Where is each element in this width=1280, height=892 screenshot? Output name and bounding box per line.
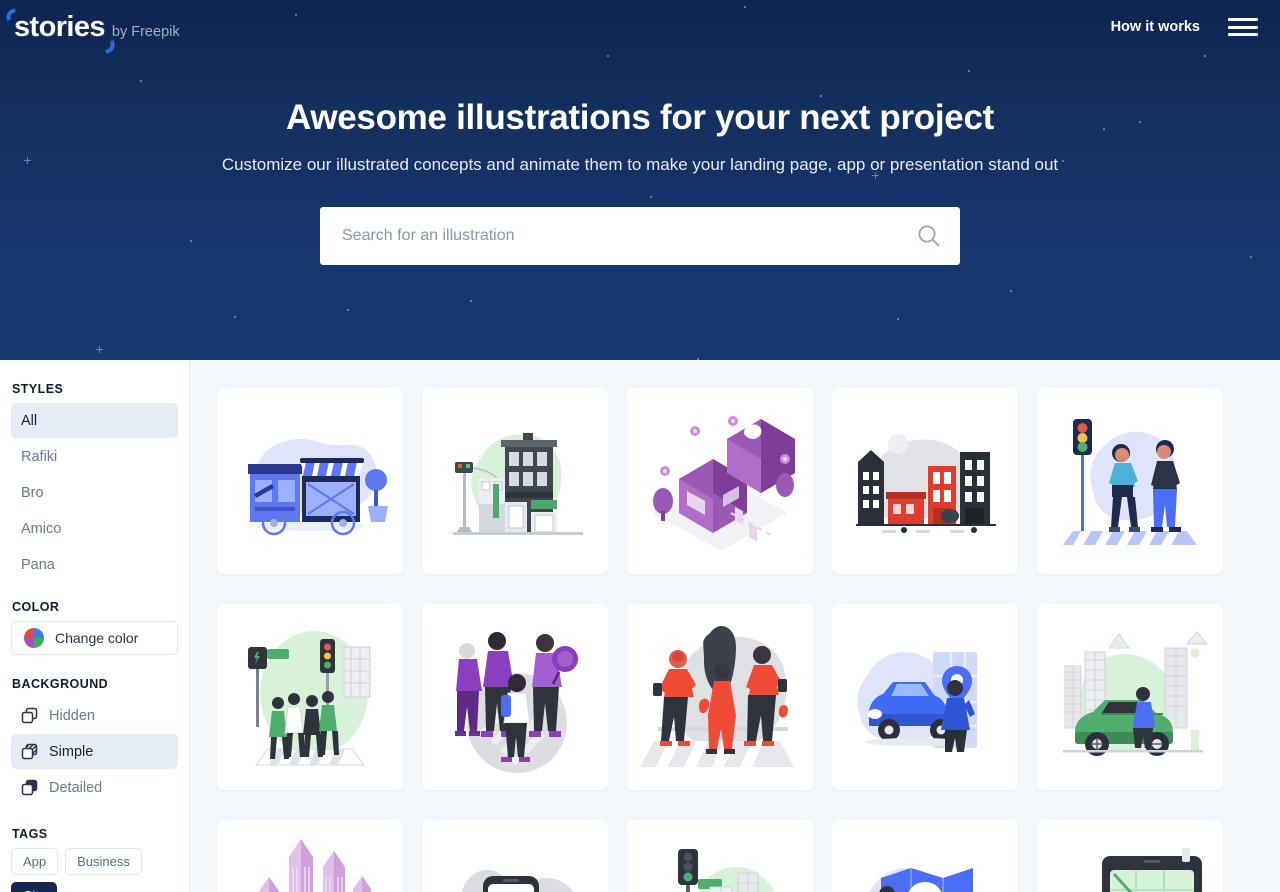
illustration-art (230, 406, 390, 556)
illustration-art (435, 838, 595, 892)
hero-content: Awesome illustrations for your next proj… (0, 98, 1280, 265)
page-title: Awesome illustrations for your next proj… (285, 98, 994, 137)
change-color-button[interactable]: Change color (11, 621, 178, 655)
change-color-label: Change color (55, 630, 139, 646)
family-walking-illustration[interactable] (422, 604, 608, 790)
top-navigation-bar: stories by Freepik How it works (0, 0, 1280, 54)
logo-mark: stories (5, 7, 116, 54)
illustration-art (635, 401, 805, 561)
tags-list: App Business City (11, 848, 178, 892)
tag-city[interactable]: City (11, 882, 58, 892)
illustration-art (640, 833, 800, 892)
layers-hatched-icon (21, 743, 38, 759)
quote-close-icon (104, 39, 116, 54)
burger-line-2 (1228, 25, 1258, 29)
illustration-art (235, 833, 385, 892)
illustration-art (435, 617, 595, 777)
style-label: Rafiki (21, 448, 58, 465)
background-label: Detailed (49, 779, 103, 796)
top-nav-right: How it works (1111, 16, 1258, 38)
how-it-works-link[interactable]: How it works (1111, 19, 1200, 35)
food-truck-illustration[interactable] (217, 388, 403, 574)
color-section-title: COLOR (12, 600, 60, 614)
layers-filled-icon (21, 779, 38, 795)
logo-byline: by Freepik (111, 23, 180, 40)
illustration-art (1048, 838, 1213, 892)
background-label: Simple (49, 743, 94, 760)
quote-open-icon (5, 7, 17, 21)
sidebar-background-simple[interactable]: Simple (11, 734, 178, 769)
couple-crossing-street-illustration[interactable] (1037, 388, 1223, 574)
style-label: Amico (21, 520, 62, 537)
filters-sidebar: STYLES All Rafiki Bro Amico Pana COLOR C… (0, 360, 190, 892)
illustration-art (230, 617, 390, 777)
style-label: Bro (21, 484, 44, 501)
isometric-shops-illustration[interactable] (627, 388, 813, 574)
sidebar-background-hidden[interactable]: Hidden (11, 698, 178, 733)
illustration-grid (217, 388, 1253, 892)
illustration-art (1045, 622, 1215, 772)
purple-skyscrapers-illustration[interactable] (217, 820, 403, 892)
styles-section-title: STYLES (12, 382, 64, 396)
logo-wordmark: stories (14, 10, 106, 43)
mobile-phone-illustration[interactable] (422, 820, 608, 892)
person-with-map-illustration[interactable] (832, 820, 1018, 892)
main-content-row: STYLES All Rafiki Bro Amico Pana COLOR C… (0, 360, 1280, 892)
illustration-gallery (190, 360, 1280, 892)
pedestrian-crossing-illustration[interactable] (217, 604, 403, 790)
color-wheel-icon (24, 628, 44, 648)
coffee-shop-building-illustration[interactable] (422, 388, 608, 574)
layers-outline-icon (21, 707, 38, 723)
illustration-art (845, 838, 1005, 892)
brand-logo[interactable]: stories by Freepik (5, 7, 180, 54)
green-car-city-illustration[interactable] (1037, 604, 1223, 790)
tags-section-title: TAGS (12, 827, 48, 841)
people-with-phones-illustration[interactable] (627, 604, 813, 790)
search-icon[interactable] (916, 223, 942, 249)
tag-business[interactable]: Business (65, 848, 142, 875)
style-label: Pana (21, 556, 55, 573)
illustration-art (1055, 401, 1205, 561)
page-subtitle: Customize our illustrated concepts and a… (221, 155, 1059, 174)
background-section-title: BACKGROUND (12, 677, 109, 691)
tablet-map-illustration[interactable] (1037, 820, 1223, 892)
burger-line-3 (1228, 33, 1258, 36)
style-label: All (21, 412, 38, 429)
illustration-art (845, 622, 1005, 772)
search-bar[interactable] (320, 207, 960, 265)
illustration-art (840, 406, 1010, 556)
search-input[interactable] (342, 227, 916, 245)
sidebar-style-amico[interactable]: Amico (11, 511, 178, 546)
burger-line-1 (1228, 18, 1258, 21)
illustration-art (638, 617, 803, 777)
sidebar-style-rafiki[interactable]: Rafiki (11, 439, 178, 474)
car-navigation-illustration[interactable] (832, 604, 1018, 790)
tag-app[interactable]: App (11, 848, 59, 875)
traffic-light-street-illustration[interactable] (627, 820, 813, 892)
background-label: Hidden (49, 707, 95, 724)
sidebar-style-all[interactable]: All (11, 403, 178, 438)
city-skyline-red-illustration[interactable] (832, 388, 1018, 574)
illustration-art (435, 406, 595, 556)
hero-section: stories by Freepik How it works Awesome … (0, 0, 1280, 360)
sidebar-style-pana[interactable]: Pana (11, 547, 178, 582)
sidebar-background-detailed[interactable]: Detailed (11, 770, 178, 805)
hamburger-menu-icon[interactable] (1228, 16, 1258, 38)
sidebar-style-bro[interactable]: Bro (11, 475, 178, 510)
